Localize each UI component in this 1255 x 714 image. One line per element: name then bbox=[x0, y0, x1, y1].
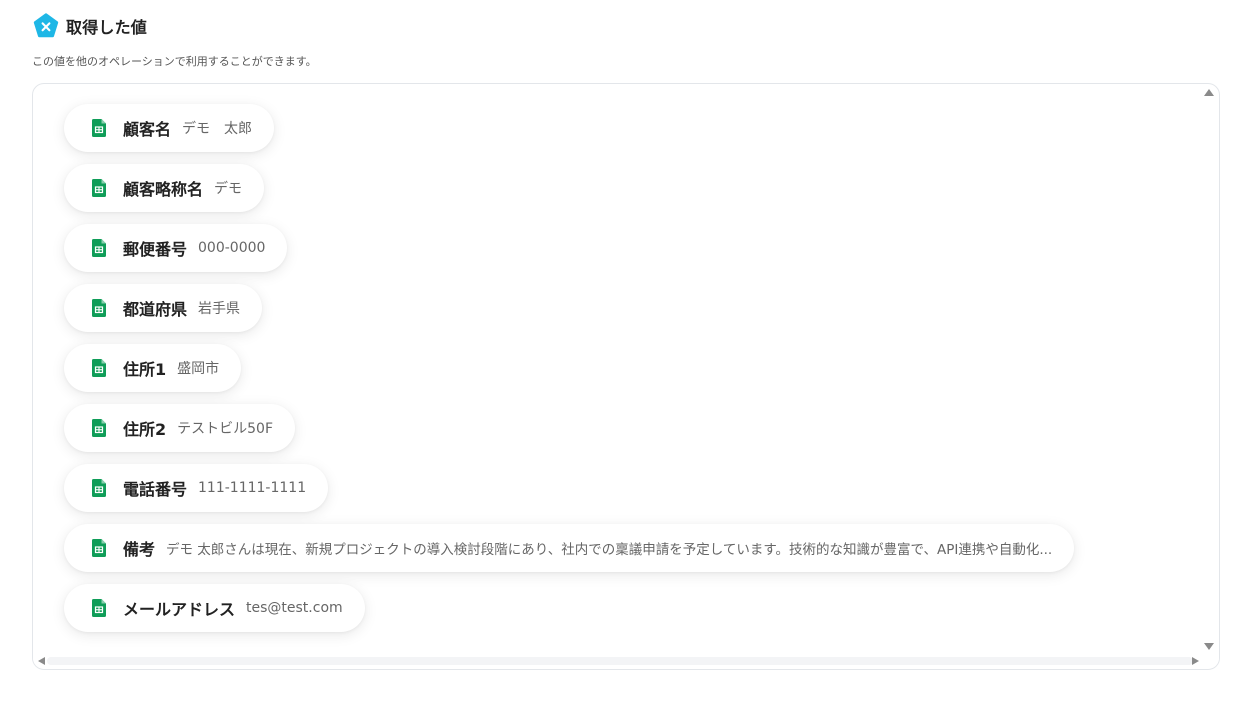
google-sheets-icon bbox=[92, 299, 106, 317]
value-key: 郵便番号 bbox=[123, 240, 188, 259]
section-title: 取得した値 bbox=[66, 18, 148, 37]
values-panel: 顧客名 デモ 太郎 顧客略称名 デモ 郵便番号 000-0000 都道府県 岩手… bbox=[32, 83, 1220, 670]
value-text: テストビル50F bbox=[177, 421, 274, 437]
value-key: 住所2 bbox=[123, 420, 167, 439]
value-chip-notes[interactable]: 備考 デモ 太郎さんは現在、新規プロジェクトの導入検討段階にあり、社内での稟議申… bbox=[64, 524, 1075, 572]
value-key: 備考 bbox=[123, 540, 156, 559]
google-sheets-icon bbox=[92, 539, 106, 557]
value-chip-prefecture[interactable]: 都道府県 岩手県 bbox=[64, 284, 263, 332]
horizontal-scrollbar-thumb[interactable] bbox=[47, 657, 1193, 665]
horizontal-scrollbar[interactable] bbox=[33, 654, 1219, 668]
value-text: デモ bbox=[214, 181, 243, 197]
value-chip-phone-number[interactable]: 電話番号 111-1111-1111 bbox=[64, 464, 329, 512]
google-sheets-icon bbox=[92, 479, 106, 497]
value-chip-email-address[interactable]: メールアドレス tes@test.com bbox=[64, 584, 365, 632]
value-chip-address-2[interactable]: 住所2 テストビル50F bbox=[64, 404, 296, 452]
section-description: この値を他のオペレーションで利用することができます。 bbox=[32, 55, 317, 68]
scroll-left-arrow-icon[interactable] bbox=[38, 657, 45, 665]
value-key: 電話番号 bbox=[123, 480, 188, 499]
value-chip-address-1[interactable]: 住所1 盛岡市 bbox=[64, 344, 242, 392]
value-key: メールアドレス bbox=[123, 600, 236, 619]
value-chip-customer-name[interactable]: 顧客名 デモ 太郎 bbox=[64, 104, 275, 152]
value-chip-customer-short-name[interactable]: 顧客略称名 デモ bbox=[64, 164, 265, 212]
scroll-right-arrow-icon[interactable] bbox=[1192, 657, 1199, 665]
value-key: 顧客名 bbox=[123, 120, 172, 139]
value-chip-postal-code[interactable]: 郵便番号 000-0000 bbox=[64, 224, 288, 272]
value-text: デモ 太郎さんは現在、新規プロジェクトの導入検討段階にあり、社内での稟議申請を予… bbox=[166, 542, 1053, 558]
value-text: 岩手県 bbox=[198, 301, 241, 317]
value-key: 都道府県 bbox=[123, 300, 188, 319]
google-sheets-icon bbox=[92, 599, 106, 617]
scroll-down-arrow-icon[interactable] bbox=[1204, 643, 1214, 650]
google-sheets-icon bbox=[92, 179, 106, 197]
google-sheets-icon bbox=[92, 119, 106, 137]
scroll-up-arrow-icon[interactable] bbox=[1204, 89, 1214, 96]
google-sheets-icon bbox=[92, 419, 106, 437]
value-text: デモ 太郎 bbox=[182, 121, 253, 137]
value-key: 住所1 bbox=[123, 360, 167, 379]
value-text: tes@test.com bbox=[246, 600, 343, 616]
google-sheets-icon bbox=[92, 359, 106, 377]
section-header: 取得した値 bbox=[33, 12, 147, 40]
value-text: 盛岡市 bbox=[177, 361, 220, 377]
value-text: 000-0000 bbox=[198, 240, 266, 256]
google-sheets-icon bbox=[92, 239, 106, 257]
value-key: 顧客略称名 bbox=[123, 180, 204, 199]
variable-icon bbox=[33, 13, 59, 38]
value-text: 111-1111-1111 bbox=[198, 480, 307, 496]
